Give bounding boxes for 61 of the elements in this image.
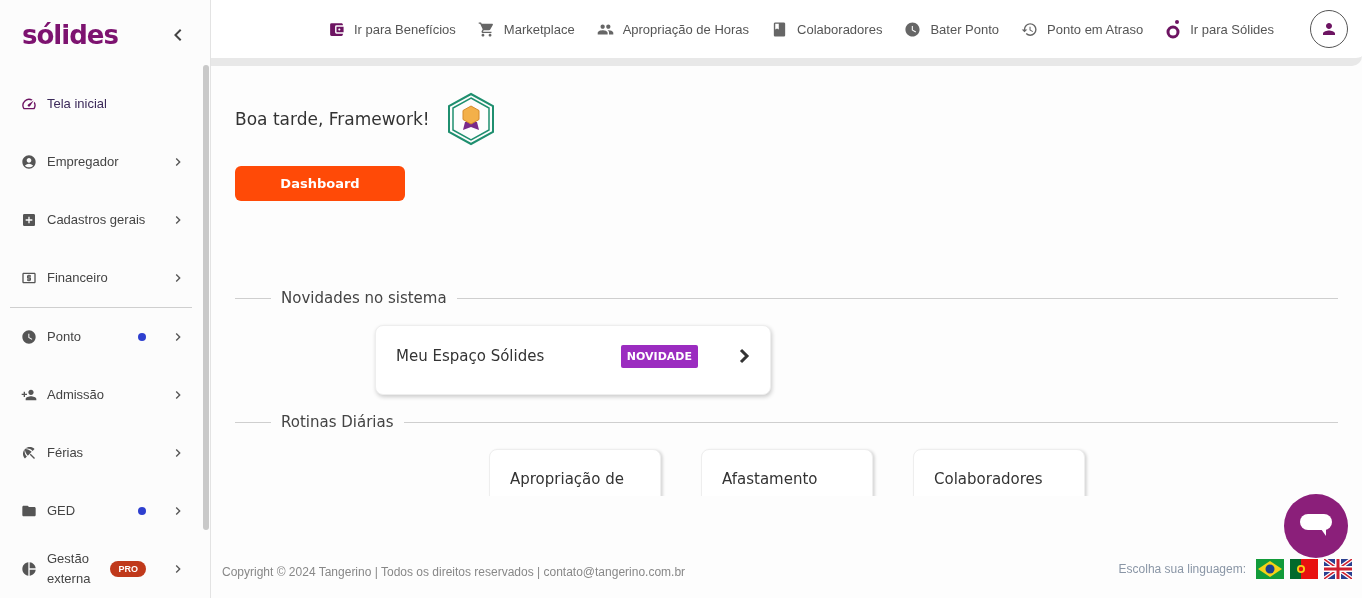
portugal-flag-icon[interactable] xyxy=(1290,559,1318,579)
greeting: Boa tarde, Framework! xyxy=(235,109,430,129)
pro-badge: PRO xyxy=(110,561,146,577)
sidebar-item[interactable]: Cadastros gerais xyxy=(0,191,210,249)
sidebar-item[interactable]: Ponto xyxy=(0,308,210,366)
beach-umbrella-icon xyxy=(21,445,37,461)
sidebar-label: Tela inicial xyxy=(47,95,108,113)
sidebar-item[interactable]: GED xyxy=(0,482,210,540)
banknote-icon xyxy=(21,270,37,286)
logo-mark-icon xyxy=(1165,19,1182,39)
routine-card[interactable]: Colaboradores xyxy=(913,449,1085,496)
nav-link[interactable]: Ir para Sólides xyxy=(1165,19,1274,39)
add-user-icon xyxy=(21,387,37,403)
sidebar-item[interactable]: Financeiro xyxy=(0,249,210,307)
chevron-right-icon xyxy=(738,348,750,364)
language-label: Escolha sua linguagem: xyxy=(1118,562,1246,576)
nav-link[interactable]: Apropriação de Horas xyxy=(596,20,750,38)
logo[interactable]: sólides xyxy=(22,19,118,50)
history-icon xyxy=(1021,20,1039,38)
sidebar-label: Férias xyxy=(47,444,85,462)
section-title: Novidades no sistema xyxy=(281,289,447,307)
sidebar-label: Ponto xyxy=(47,328,82,346)
nav-link[interactable]: Ponto em Atraso xyxy=(1021,20,1144,38)
card-title: Afastamento xyxy=(722,470,818,488)
wallet-icon xyxy=(327,20,345,38)
sidebar-label: Empregador xyxy=(47,153,120,171)
scrollbar-thumb[interactable] xyxy=(203,65,209,530)
cart-icon xyxy=(477,20,495,38)
sidebar-label: Cadastros gerais xyxy=(47,211,147,229)
routine-card[interactable]: Afastamento xyxy=(701,449,873,496)
section-title: Rotinas Diárias xyxy=(281,413,394,431)
hexagon-medal-icon xyxy=(445,92,496,146)
card-title: Apropriação de xyxy=(510,470,624,488)
sidebar-label: GED xyxy=(47,502,77,520)
user-icon xyxy=(1320,20,1338,38)
routine-card[interactable]: Apropriação de xyxy=(489,449,661,496)
sidebar-item[interactable]: Empregador xyxy=(0,133,210,191)
user-avatar-button[interactable] xyxy=(1310,10,1348,48)
card-title: Meu Espaço Sólides xyxy=(396,347,546,365)
pie-chart-icon xyxy=(21,561,37,577)
sidebar-item[interactable]: Gestão externa PRO xyxy=(0,540,210,598)
folder-icon xyxy=(21,503,37,519)
brazil-flag-icon[interactable] xyxy=(1256,559,1284,579)
clock-icon xyxy=(904,20,922,38)
sidebar-label: Gestão externa xyxy=(47,550,92,588)
nav-link[interactable]: Marketplace xyxy=(477,20,575,38)
sidebar-label: Financeiro xyxy=(47,269,109,287)
uk-flag-icon[interactable] xyxy=(1324,559,1352,579)
sidebar-item[interactable]: Admissão xyxy=(0,366,210,424)
feature-card[interactable]: Meu Espaço Sólides NOVIDADE xyxy=(375,325,771,395)
nav-link[interactable]: Ir para Benefícios xyxy=(327,20,456,38)
new-badge: NOVIDADE xyxy=(620,344,698,368)
clock-icon xyxy=(21,329,37,345)
sidebar-label: Admissão xyxy=(47,386,106,404)
sidebar-item[interactable]: Férias xyxy=(0,424,210,482)
sidebar-item[interactable]: Tela inicial xyxy=(0,75,210,133)
copyright-text: Copyright © 2024 Tangerino | Todos os direitos reservados | contato@tangerino.com.br xyxy=(222,565,686,579)
nav-link[interactable]: Bater Ponto xyxy=(904,20,1000,38)
gauge-icon xyxy=(21,96,37,112)
card-title: Colaboradores xyxy=(934,470,1043,488)
nav-link[interactable]: Colaboradores xyxy=(771,20,883,38)
